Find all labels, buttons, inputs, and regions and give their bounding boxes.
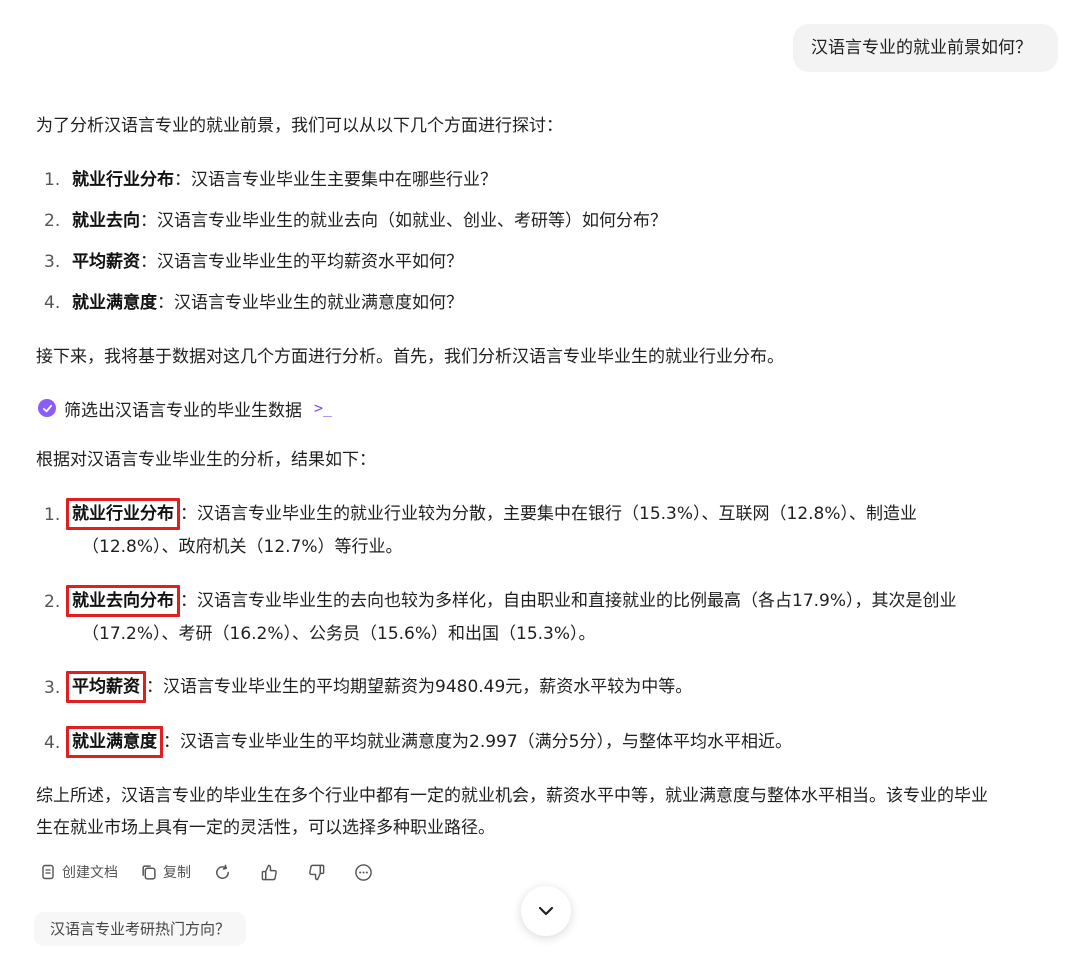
list-number: 4. <box>44 293 61 313</box>
list-number: 2. <box>44 211 61 231</box>
list-item: 平均薪资：汉语言专业毕业生的平均薪资水平如何？ <box>72 250 463 274</box>
result-item-title: 就业行业分布 <box>72 504 174 524</box>
result-intro-text: 根据对汉语言专业毕业生的分析，结果如下： <box>36 450 376 470</box>
list-number: 2. <box>44 592 61 612</box>
result-item-text: ：汉语言专业毕业生的平均就业满意度为2.997（满分5分），与整体平均水平相近。 <box>163 732 792 752</box>
highlight-box: 就业行业分布 <box>66 498 180 530</box>
highlight-box: 平均薪资 <box>66 671 146 703</box>
more-button[interactable] <box>354 863 379 882</box>
result-item-continuation: （12.8%）、政府机关（12.7%）等行业。 <box>82 537 403 557</box>
result-item-title: 就业满意度 <box>72 732 157 752</box>
more-icon <box>355 863 372 881</box>
create-doc-label: 创建文档 <box>62 865 118 881</box>
tool-call-label: 筛选出汉语言专业的毕业生数据 <box>64 400 302 421</box>
scroll-down-button[interactable] <box>521 886 571 936</box>
result-item: 就业行业分布 ：汉语言专业毕业生的就业行业较为分散，主要集中在银行（15.3%）、… <box>66 498 918 530</box>
list-number: 4. <box>44 733 61 753</box>
copy-label: 复制 <box>163 865 191 881</box>
result-item-title: 就业去向分布 <box>72 591 174 611</box>
list-number: 3. <box>44 252 61 272</box>
list-number: 3. <box>44 678 61 698</box>
result-item: 就业满意度 ：汉语言专业毕业生的平均就业满意度为2.997（满分5分），与整体平均… <box>66 726 792 758</box>
result-item: 就业去向分布 ：汉语言专业毕业生的去向也较为多样化，自由职业和直接就业的比例最高（… <box>66 585 957 617</box>
refresh-icon <box>216 864 229 879</box>
result-item-continuation: （17.2%）、考研（16.2%）、公务员（15.6%）和出国（15.3%）。 <box>82 624 596 644</box>
result-item-text: ：汉语言专业毕业生的去向也较为多样化，自由职业和直接就业的比例最高（各占17.9… <box>180 591 957 611</box>
tool-call-row[interactable]: 筛选出汉语言专业的毕业生数据 >_ <box>38 396 332 421</box>
list-item-title: 就业满意度 <box>72 293 157 313</box>
highlight-box: 就业满意度 <box>66 726 163 758</box>
list-item-title: 就业去向 <box>72 211 140 231</box>
list-item-text: ：汉语言专业毕业生主要集中在哪些行业？ <box>174 170 497 190</box>
intro-text: 为了分析汉语言专业的就业前景，我们可以从以下几个方面进行探讨： <box>36 116 563 136</box>
list-item-title: 就业行业分布 <box>72 170 174 190</box>
result-item-title: 平均薪资 <box>72 677 140 697</box>
thumbs-down-icon <box>309 864 325 880</box>
check-icon <box>38 399 56 417</box>
document-icon <box>42 864 54 880</box>
list-item: 就业满意度：汉语言专业毕业生的就业满意度如何？ <box>72 291 463 315</box>
list-item: 就业去向：汉语言专业毕业生的就业去向（如就业、创业、考研等）如何分布？ <box>72 209 667 233</box>
list-item-text: ：汉语言专业毕业生的平均薪资水平如何？ <box>140 252 463 272</box>
user-message-bubble: 汉语言专业的就业前景如何？ <box>793 24 1058 72</box>
next-step-text: 接下来，我将基于数据对这几个方面进行分析。首先，我们分析汉语言专业毕业生的就业行… <box>36 347 784 367</box>
chevron-down-icon <box>538 906 554 916</box>
dislike-button[interactable] <box>307 863 332 882</box>
copy-icon <box>142 864 156 880</box>
list-item: 就业行业分布：汉语言专业毕业生主要集中在哪些行业？ <box>72 168 497 192</box>
list-item-text: ：汉语言专业毕业生的就业去向（如就业、创业、考研等）如何分布？ <box>140 211 667 231</box>
list-item-text: ：汉语言专业毕业生的就业满意度如何？ <box>157 293 463 313</box>
list-number: 1. <box>44 170 61 190</box>
summary-line-1: 综上所述，汉语言专业的毕业生在多个行业中都有一定的就业机会，薪资水平中等，就业满… <box>36 786 988 806</box>
suggested-question[interactable]: 汉语言专业考研热门方向？ <box>34 912 247 946</box>
terminal-icon[interactable]: >_ <box>314 399 332 417</box>
message-action-bar: 创建文档 复制 <box>40 862 401 882</box>
like-button[interactable] <box>260 863 285 882</box>
create-doc-button[interactable]: 创建文档 <box>40 862 118 882</box>
result-item: 平均薪资 ：汉语言专业毕业生的平均期望薪资为9480.49元，薪资水平较为中等。 <box>66 671 693 703</box>
list-number: 1. <box>44 505 61 525</box>
copy-button[interactable]: 复制 <box>140 862 191 882</box>
regenerate-button[interactable] <box>213 863 238 882</box>
thumbs-up-icon <box>261 864 277 880</box>
result-item-text: ：汉语言专业毕业生的就业行业较为分散，主要集中在银行（15.3%）、互联网（12… <box>180 504 918 524</box>
result-item-text: ：汉语言专业毕业生的平均期望薪资为9480.49元，薪资水平较为中等。 <box>146 677 693 697</box>
list-item-title: 平均薪资 <box>72 252 140 272</box>
summary-line-2: 生在就业市场上具有一定的灵活性，可以选择多种职业路径。 <box>36 818 495 838</box>
highlight-box: 就业去向分布 <box>66 585 180 617</box>
